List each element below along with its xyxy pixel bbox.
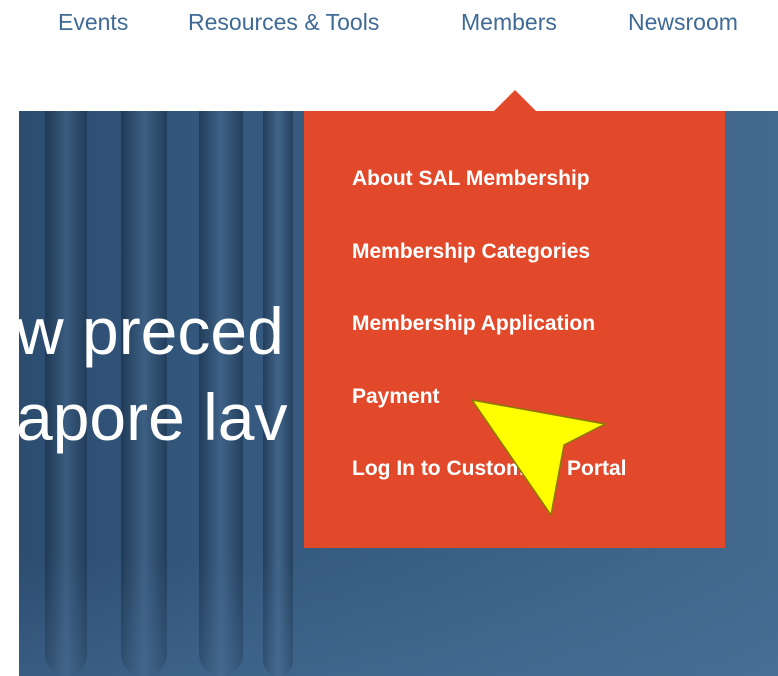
menu-item-membership-application[interactable]: Membership Application	[304, 306, 725, 379]
hero-headline-line-2: apore lav	[19, 380, 288, 454]
nav-item-resources-tools[interactable]: Resources & Tools	[188, 9, 379, 36]
menu-item-payment[interactable]: Payment	[304, 379, 725, 452]
hero-headline-line-1: w preced	[19, 294, 284, 368]
menu-item-customers-portal-login[interactable]: Log In to Customers' Portal	[304, 451, 725, 524]
menu-item-about-sal-membership[interactable]: About SAL Membership	[304, 161, 725, 234]
menu-item-membership-categories[interactable]: Membership Categories	[304, 234, 725, 307]
top-navigation: Events Resources & Tools Members Newsroo…	[0, 0, 778, 50]
members-dropdown-menu: About SAL Membership Membership Categori…	[304, 111, 725, 548]
nav-item-newsroom[interactable]: Newsroom	[628, 9, 738, 36]
nav-item-events[interactable]: Events	[58, 9, 128, 36]
hero-shade	[19, 556, 778, 676]
nav-item-members[interactable]: Members	[461, 9, 557, 36]
dropdown-list: About SAL Membership Membership Categori…	[304, 161, 725, 524]
dropdown-caret	[494, 90, 536, 111]
